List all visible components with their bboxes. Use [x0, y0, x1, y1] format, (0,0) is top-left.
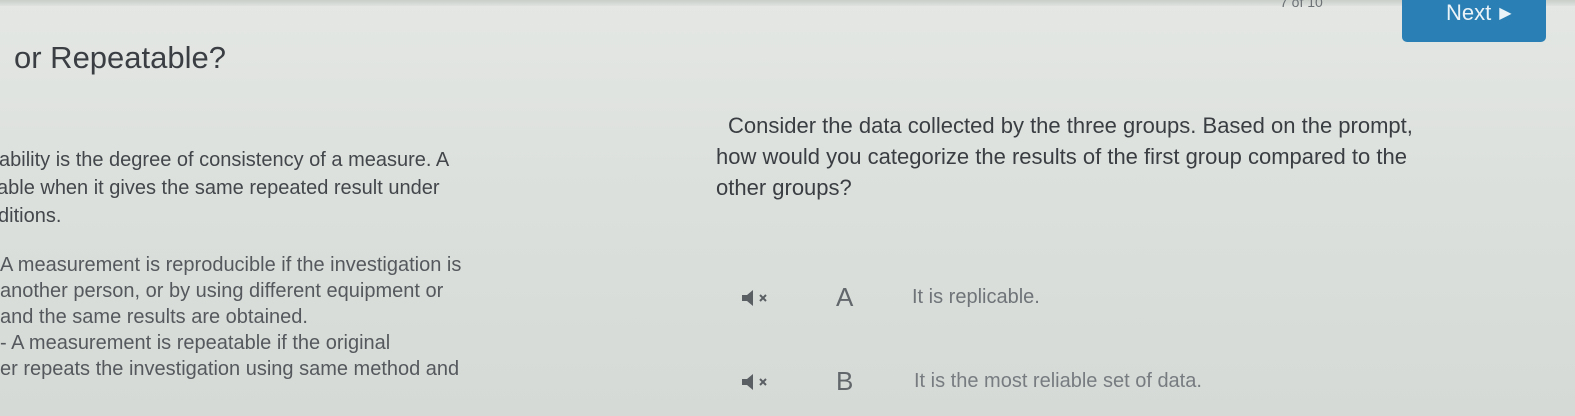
passage-line: er repeats the investigation using same …	[0, 358, 460, 380]
passage-line: ditions.	[0, 205, 62, 227]
choice-letter: A	[836, 282, 854, 312]
page-title: or Repeatable?	[14, 40, 226, 75]
passage-line: and the same results are obtained.	[0, 306, 308, 328]
question-line: how would you categorize the results of …	[716, 144, 1407, 169]
choice-text: It is replicable.	[912, 286, 1040, 308]
repeatable-definition: - A measurement is repeatable if the ori…	[0, 330, 640, 382]
reproducible-definition: A measurement is reproducible if the inv…	[0, 252, 640, 330]
passage-line: another person, or by using different eq…	[0, 280, 444, 302]
passage-line: able when it gives the same repeated res…	[0, 177, 440, 199]
play-arrow-icon: ▶	[1499, 5, 1512, 22]
progress-indicator: 7 of 10	[1280, 0, 1323, 10]
passage-intro: ability is the degree of consistency of …	[0, 146, 640, 230]
choice-letter: B	[836, 366, 854, 396]
speaker-icon[interactable]	[740, 371, 774, 393]
next-button-label: Next	[1446, 0, 1492, 25]
next-button[interactable]: Next ▶	[1402, 0, 1546, 42]
passage-line: - A measurement is repeatable if the ori…	[0, 332, 391, 354]
reading-passage: ability is the degree of consistency of …	[0, 146, 640, 382]
passage-line: A measurement is reproducible if the inv…	[0, 254, 462, 276]
question-prompt: Consider the data collected by the three…	[716, 110, 1566, 203]
answer-choice-a[interactable]: A It is replicable.	[740, 282, 1540, 314]
question-line: Consider the data collected by the three…	[728, 113, 1413, 138]
speaker-icon[interactable]	[740, 287, 774, 309]
choice-text: It is the most reliable set of data.	[914, 370, 1202, 392]
question-line: other groups?	[716, 175, 852, 200]
top-border	[0, 0, 1575, 6]
answer-choice-b[interactable]: B It is the most reliable set of data.	[740, 366, 1540, 398]
passage-line: ability is the degree of consistency of …	[0, 149, 450, 171]
